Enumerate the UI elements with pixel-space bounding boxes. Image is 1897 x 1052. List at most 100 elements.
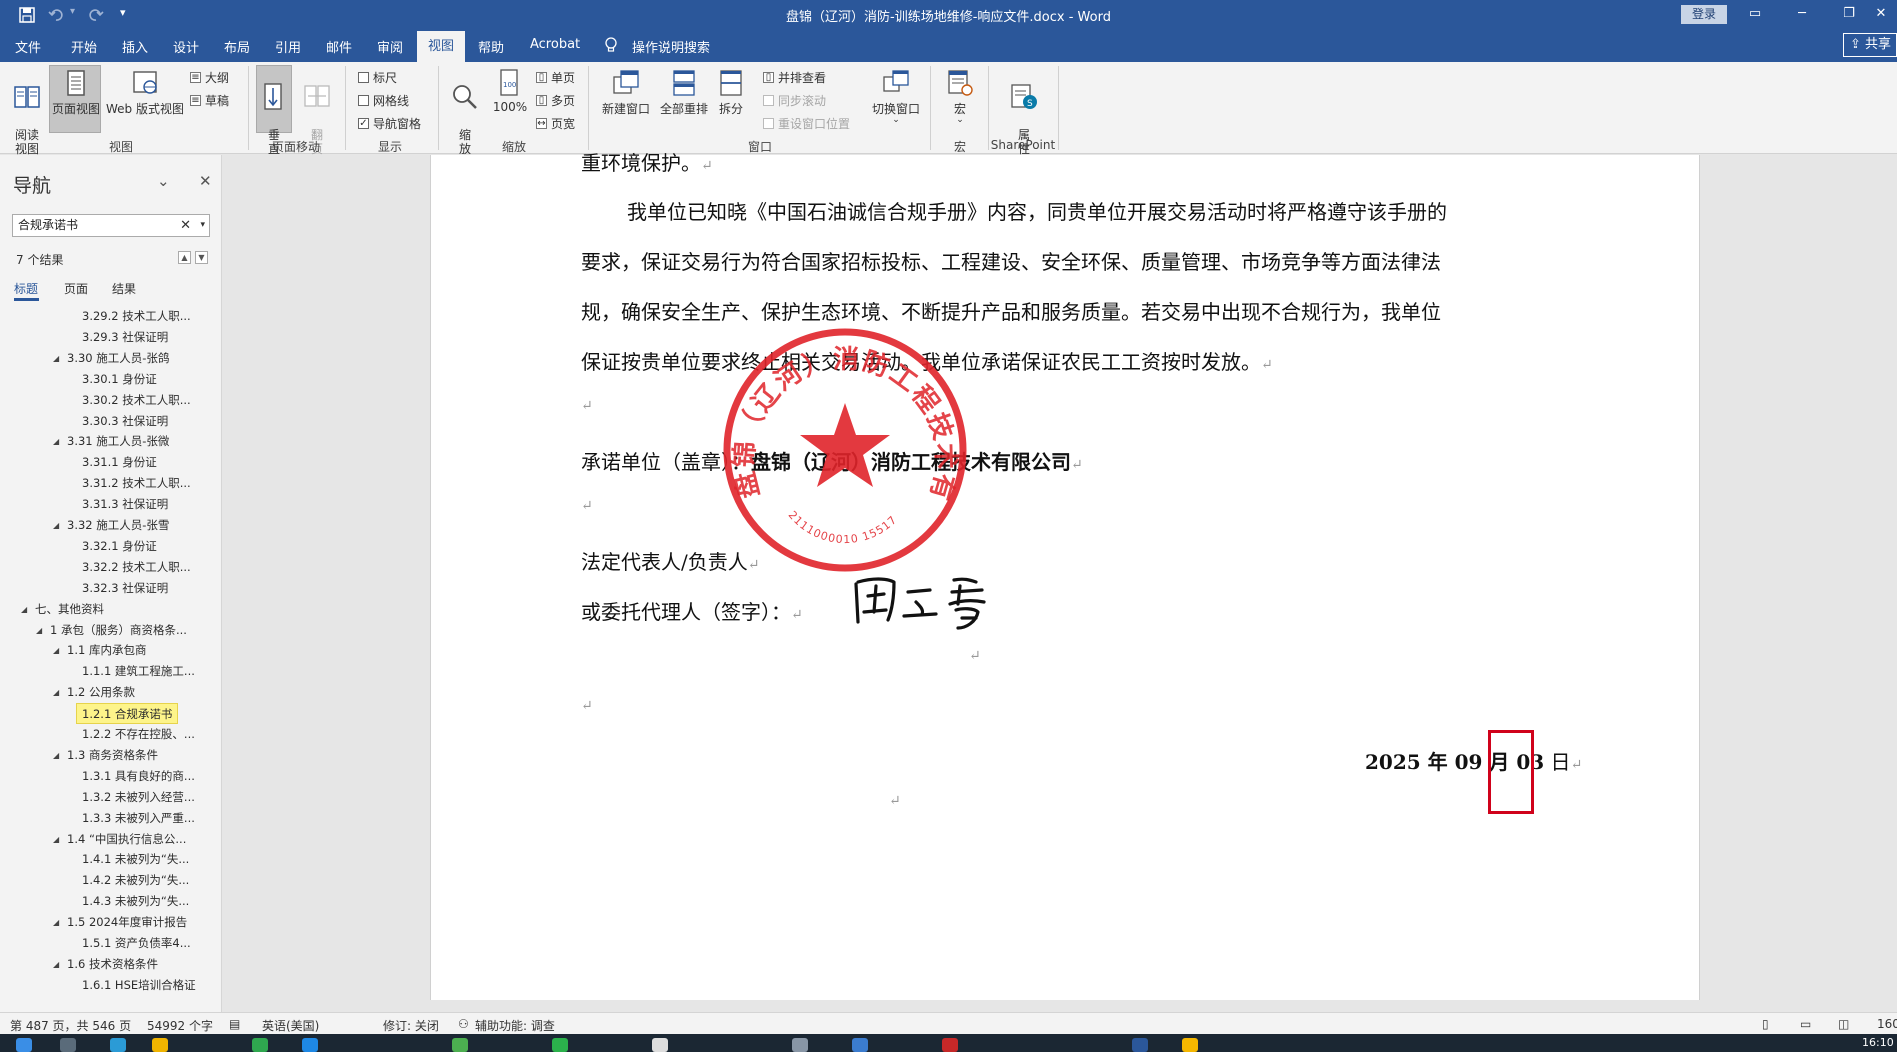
draft-button[interactable]: ≡ 草稿 — [190, 92, 229, 109]
nav-heading-item[interactable]: 七、其他资料 — [35, 599, 104, 620]
zoom-100-button[interactable]: 100 100% — [490, 68, 530, 114]
nav-tab-headings[interactable]: 标题 — [14, 280, 38, 297]
login-button[interactable]: 登录 — [1681, 5, 1727, 24]
nav-heading-item[interactable]: 1.4.2 未被列为“失... — [82, 870, 189, 891]
read-mode-status-icon[interactable]: ▯ — [1762, 1017, 1769, 1031]
clear-search-icon[interactable]: ✕ — [180, 215, 191, 236]
multi-page-button[interactable]: ▯ 多页 — [536, 92, 575, 109]
close-window-icon[interactable]: ✕ — [1866, 4, 1896, 24]
expand-triangle-icon[interactable]: ◢ — [53, 521, 59, 530]
nav-heading-item[interactable]: 3.32.1 身份证 — [82, 536, 157, 557]
nav-heading-item[interactable]: 1.2.2 不存在控股、... — [82, 724, 195, 745]
nav-tab-results[interactable]: 结果 — [112, 280, 136, 297]
nav-tab-pages[interactable]: 页面 — [64, 280, 88, 297]
tell-me-search[interactable]: 操作说明搜索 — [632, 37, 710, 56]
read-mode-button[interactable]: 阅读 视图 — [8, 68, 46, 156]
nav-heading-item[interactable]: 1.3.2 未被列入经营... — [82, 787, 195, 808]
web-layout-status-icon[interactable]: ◫ — [1838, 1017, 1849, 1031]
app-icon[interactable] — [1182, 1038, 1198, 1052]
print-layout-button[interactable]: 页面视图 — [50, 68, 102, 117]
app-icon[interactable] — [252, 1038, 268, 1052]
tab-insert[interactable]: 插入 — [122, 37, 148, 56]
sync-scroll-button[interactable]: 同步滚动 — [763, 92, 826, 109]
language-indicator[interactable]: 英语(美国) — [262, 1017, 319, 1034]
nav-heading-item[interactable]: 1.6.1 HSE培训合格证 — [82, 975, 196, 996]
nav-heading-item[interactable]: 1.6 技术资格条件 — [67, 954, 158, 975]
expand-triangle-icon[interactable]: ◢ — [21, 605, 27, 614]
expand-triangle-icon[interactable]: ◢ — [36, 626, 42, 635]
app-icon[interactable] — [652, 1038, 668, 1052]
tab-design[interactable]: 设计 — [173, 37, 199, 56]
app-icon[interactable] — [852, 1038, 868, 1052]
nav-heading-item[interactable]: 1.4 “中国执行信息公... — [67, 829, 186, 850]
word-icon[interactable] — [1132, 1038, 1148, 1052]
expand-triangle-icon[interactable]: ◢ — [53, 835, 59, 844]
gridlines-checkbox[interactable]: 网格线 — [358, 92, 409, 109]
page-count[interactable]: 第 487 页，共 546 页 — [10, 1017, 131, 1034]
word-count[interactable]: 54992 个字 — [147, 1017, 213, 1034]
expand-triangle-icon[interactable]: ◢ — [53, 646, 59, 655]
nav-heading-item[interactable]: 3.29.2 技术工人职... — [82, 306, 191, 327]
minimize-icon[interactable]: ─ — [1787, 4, 1817, 24]
expand-triangle-icon[interactable]: ◢ — [53, 688, 59, 697]
page-width-button[interactable]: ↔ 页宽 — [536, 115, 575, 132]
nav-heading-item[interactable]: 3.30 施工人员-张鸽 — [67, 348, 169, 369]
nav-heading-item[interactable]: 3.31.2 技术工人职... — [82, 473, 191, 494]
print-layout-status-icon[interactable]: ▭ — [1800, 1017, 1811, 1031]
one-page-button[interactable]: ▯ 单页 — [536, 69, 575, 86]
tab-home[interactable]: 开始 — [71, 37, 97, 56]
nav-heading-item[interactable]: 3.32 施工人员-张雪 — [67, 515, 169, 536]
tab-acrobat[interactable]: Acrobat — [530, 37, 580, 52]
restore-icon[interactable]: ❐ — [1834, 4, 1864, 24]
nav-heading-item[interactable]: 1 承包（服务）商资格条... — [50, 620, 187, 641]
split-button[interactable]: 拆分 — [714, 68, 748, 117]
macros-button[interactable]: 宏 ⌄ — [940, 68, 980, 125]
nav-close-icon[interactable]: ✕ — [199, 172, 212, 190]
nav-heading-item[interactable]: 3.32.2 技术工人职... — [82, 557, 191, 578]
nav-heading-item[interactable]: 3.31 施工人员-张微 — [67, 431, 169, 452]
web-layout-button[interactable]: Web 版式视图 — [104, 68, 186, 117]
app-icon[interactable] — [110, 1038, 126, 1052]
start-icon[interactable] — [16, 1038, 32, 1052]
nav-heading-item[interactable]: 3.31.3 社保证明 — [82, 494, 168, 515]
tab-file[interactable]: 文件 — [15, 37, 41, 56]
search-dropdown-icon[interactable]: ▾ — [200, 215, 205, 236]
nav-pane-checkbox[interactable]: ✓ 导航窗格 — [358, 115, 421, 132]
app-icon[interactable] — [792, 1038, 808, 1052]
nav-heading-item[interactable]: 3.29.3 社保证明 — [82, 327, 168, 348]
nav-heading-item[interactable]: 3.32.3 社保证明 — [82, 578, 168, 599]
nav-heading-item[interactable]: 1.3 商务资格条件 — [67, 745, 158, 766]
nav-heading-item[interactable]: 3.30.1 身份证 — [82, 369, 157, 390]
search-icon[interactable] — [60, 1038, 76, 1052]
tab-help[interactable]: 帮助 — [478, 37, 504, 56]
nav-heading-item-selected[interactable]: 1.2.1 合规承诺书 — [76, 703, 179, 725]
expand-triangle-icon[interactable]: ◢ — [53, 751, 59, 760]
nav-heading-item[interactable]: 1.5 2024年度审计报告 — [67, 912, 187, 933]
tab-review[interactable]: 审阅 — [377, 37, 403, 56]
app-icon[interactable] — [552, 1038, 568, 1052]
nav-heading-item[interactable]: 1.4.1 未被列为“失... — [82, 849, 189, 870]
next-result-icon[interactable]: ▼ — [195, 251, 208, 264]
expand-triangle-icon[interactable]: ◢ — [53, 437, 59, 446]
arrange-all-button[interactable]: 全部重排 — [656, 68, 712, 117]
nav-heading-item[interactable]: 3.31.1 身份证 — [82, 452, 157, 473]
zoom-level[interactable]: 160 — [1877, 1017, 1897, 1031]
tab-mailings[interactable]: 邮件 — [326, 37, 352, 56]
ribbon-display-options-icon[interactable]: ▭ — [1740, 4, 1770, 24]
side-by-side-button[interactable]: ▯ 并排查看 — [763, 69, 826, 86]
ruler-checkbox[interactable]: 标尺 — [358, 69, 397, 86]
nav-search-input[interactable]: 合规承诺书 ✕ ▾ — [12, 214, 210, 237]
tab-layout[interactable]: 布局 — [224, 37, 250, 56]
nav-heading-item[interactable]: 1.4.3 未被列为“失... — [82, 891, 189, 912]
proofing-icon[interactable]: ▤ — [229, 1017, 240, 1031]
outline-button[interactable]: ≡ 大纲 — [190, 69, 229, 86]
zoom-button[interactable]: 缩 放 — [448, 68, 482, 156]
nav-heading-item[interactable]: 1.5.1 资产负债率4... — [82, 933, 191, 954]
nav-heading-item[interactable]: 1.1 库内承包商 — [67, 640, 146, 661]
tab-view[interactable]: 视图 — [417, 31, 465, 62]
switch-windows-button[interactable]: 切换窗口 ⌄ — [868, 68, 924, 125]
expand-triangle-icon[interactable]: ◢ — [53, 960, 59, 969]
acrobat-icon[interactable] — [942, 1038, 958, 1052]
nav-options-chevron-icon[interactable]: ⌄ — [157, 172, 170, 190]
track-changes-status[interactable]: 修订: 关闭 — [383, 1017, 439, 1034]
